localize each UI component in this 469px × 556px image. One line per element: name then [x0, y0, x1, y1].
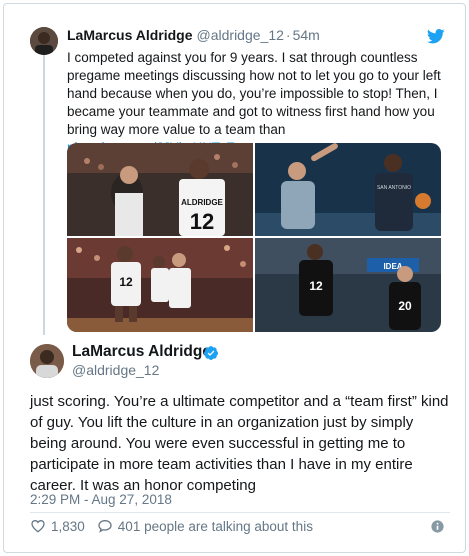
quoted-tweet-body: I competed against you for 9 years. I sa…	[67, 50, 441, 137]
verified-badge-icon	[204, 346, 218, 360]
photo-2[interactable]: SAN ANTONIO	[255, 143, 441, 236]
photo-1[interactable]: ALDRIDGE 12	[67, 143, 253, 236]
jersey-number-text: 12	[190, 209, 214, 234]
twitter-bird-icon[interactable]	[427, 29, 445, 44]
user-handle[interactable]: @aldridge_12	[197, 27, 284, 43]
heart-icon[interactable]	[30, 518, 46, 534]
user-handle[interactable]: @aldridge_12	[72, 362, 159, 378]
photo-3[interactable]: 12	[67, 238, 253, 332]
avatar[interactable]	[30, 27, 58, 55]
jersey-number-text: 12	[119, 275, 133, 289]
photo-grid: ALDRIDGE 12 SAN ANTONIO 12 IDEA 12 20	[67, 143, 441, 332]
divider	[30, 512, 450, 513]
display-name[interactable]: LaMarcus Aldridge	[72, 343, 211, 361]
tweet-time[interactable]: 54m	[293, 27, 320, 43]
tweet-text: just scoring. You’re a ultimate competit…	[30, 393, 449, 494]
reply-bubble-icon[interactable]	[97, 518, 113, 534]
quoted-tweet-header: LaMarcus Aldridge @aldridge_12 · 54m	[67, 27, 320, 43]
jersey-number-text: 20	[398, 299, 412, 313]
talking-about-text[interactable]: 401 people are talking about this	[118, 519, 313, 534]
tweet-timestamp[interactable]: 2:29 PM - Aug 27, 2018	[30, 492, 172, 507]
separator-dot: ·	[285, 27, 291, 43]
quoted-tweet-text: I competed against you for 9 years. I sa…	[67, 49, 447, 157]
thread-connector	[43, 52, 45, 335]
photo-4[interactable]: IDEA 12 20	[255, 238, 441, 332]
like-count[interactable]: 1,830	[51, 519, 85, 534]
info-icon[interactable]	[431, 520, 444, 533]
avatar[interactable]	[30, 344, 64, 378]
tweet-actions: 1,830 401 people are talking about this	[30, 517, 313, 535]
svg-text:SAN ANTONIO: SAN ANTONIO	[377, 185, 411, 191]
jersey-number-text: 12	[309, 279, 323, 293]
display-name[interactable]: LaMarcus Aldridge	[67, 27, 193, 43]
jersey-name-text: ALDRIDGE	[181, 198, 223, 207]
